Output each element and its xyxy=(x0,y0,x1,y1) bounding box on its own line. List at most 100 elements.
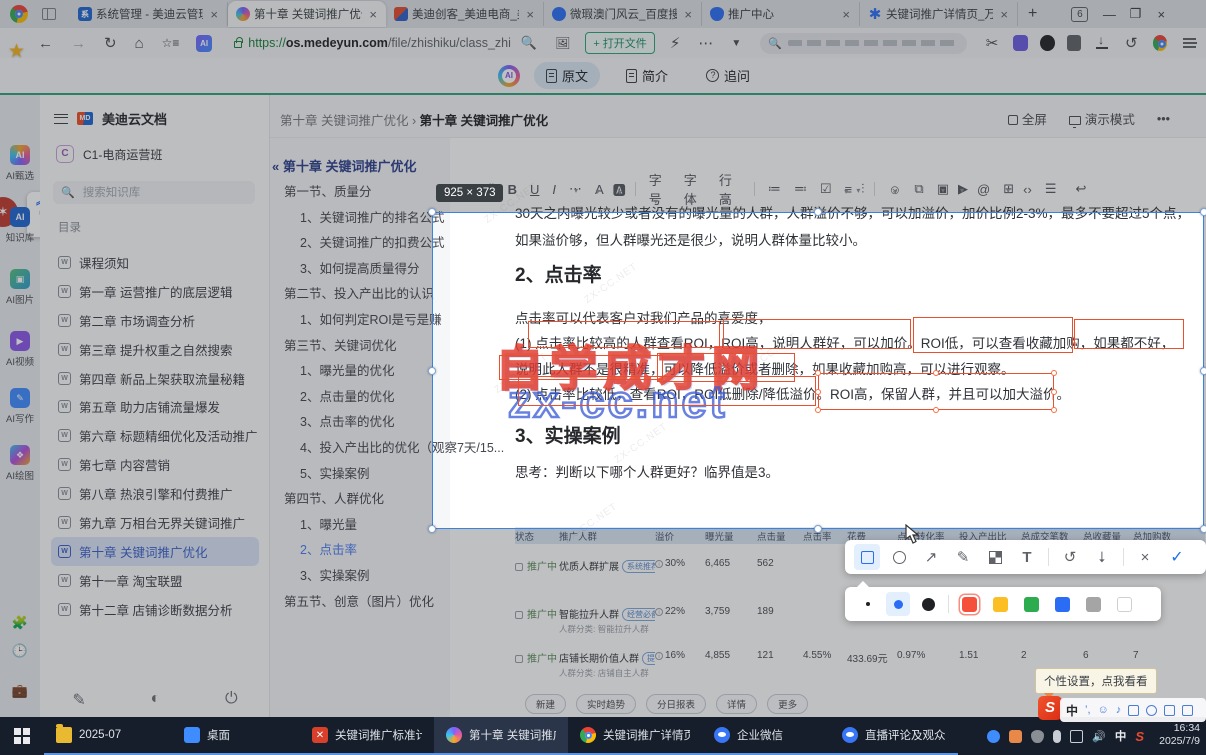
sidebar-item-ch7[interactable]: W 第七章 内容营销 xyxy=(51,450,259,479)
toc-item[interactable]: 第五节、创意（图片）优化 xyxy=(284,590,504,616)
toc-item[interactable]: 2、关键词推广的扣费公式 xyxy=(284,231,504,257)
briefcase-icon[interactable]: 💼 xyxy=(0,683,40,699)
tray-ime-lang[interactable]: 中 xyxy=(1115,728,1127,744)
toc-item[interactable]: 1、曝光量的优化 xyxy=(284,359,504,385)
color-red-selected[interactable] xyxy=(960,594,979,614)
ime-tooltip[interactable]: 个性设置，点我看看 xyxy=(1035,668,1157,699)
tab-summary[interactable]: 简介 xyxy=(614,62,680,89)
sidebar-item-ch10[interactable]: W 第十章 关键词推广优化 xyxy=(51,536,259,566)
taskbar-item-folder[interactable]: 2025-07 xyxy=(44,717,172,755)
more-dots-icon[interactable]: ⋯ xyxy=(698,34,713,52)
annotation-rect-7[interactable] xyxy=(518,376,816,406)
action-button[interactable]: 新建 xyxy=(525,694,567,714)
mention-icon[interactable]: @ xyxy=(977,182,990,197)
rectangle-tool-icon[interactable] xyxy=(854,544,880,570)
sidebar-item-ch5[interactable]: W 第五章 助力店铺流量爆发 xyxy=(51,392,259,421)
toc-title[interactable]: « 第十章 关键词推广优化 xyxy=(272,156,416,175)
ai-assistant-logo-icon[interactable] xyxy=(498,64,520,87)
tray-shield-icon[interactable] xyxy=(1031,729,1045,743)
emoji-icon[interactable]: ☺▾ xyxy=(888,182,901,197)
puzzle-extension-icon[interactable] xyxy=(1066,35,1082,51)
color-white[interactable] xyxy=(1117,596,1132,612)
ime-emoji-icon[interactable]: ☺ xyxy=(1098,704,1109,716)
search-input[interactable] xyxy=(80,185,241,200)
history-clock-icon[interactable]: 🕒 xyxy=(0,643,40,659)
knowledge-search-box[interactable]: 🔍 xyxy=(53,181,255,204)
sidebar-item-ch12[interactable]: W 第十二章 店铺诊断数据分析 xyxy=(51,595,259,624)
lightning-icon[interactable]: ⚡ xyxy=(670,34,681,52)
annotation-rect-2[interactable] xyxy=(723,319,911,349)
theme-icon[interactable]: ◐ xyxy=(151,690,161,710)
reading-list-icon[interactable]: ☆≡ xyxy=(162,36,180,50)
tray-app-icon[interactable] xyxy=(1009,729,1023,743)
sidebar-item-ch11[interactable]: W 第十一章 淘宝联盟 xyxy=(51,566,259,595)
action-button[interactable]: 实时趋势 xyxy=(576,694,637,714)
tab-ask[interactable]: 追问 xyxy=(694,62,762,89)
taskbar-item-doc-active[interactable]: 第十章 关键词推广... xyxy=(434,717,568,755)
puzzle-icon[interactable]: 🧩 xyxy=(0,615,40,631)
undo-icon[interactable]: ↩ xyxy=(1075,181,1086,197)
ai-extension-icon[interactable]: AI xyxy=(196,34,212,52)
back-icon[interactable]: ← xyxy=(38,35,53,52)
lock-icon[interactable] xyxy=(233,37,244,48)
extension-icon-dark[interactable] xyxy=(1039,35,1055,51)
italic-icon[interactable]: I xyxy=(552,182,556,197)
tab-original-text[interactable]: 原文 xyxy=(534,62,601,89)
color-gray[interactable] xyxy=(1086,596,1101,612)
insert-video-icon[interactable]: ▶▾ xyxy=(958,181,968,197)
text-tool-icon[interactable]: T xyxy=(1014,544,1040,570)
ime-skin-icon[interactable] xyxy=(1164,704,1176,716)
stroke-size-small[interactable] xyxy=(856,592,880,616)
checkbox-list-icon[interactable]: ☑ xyxy=(820,181,832,197)
close-tab-icon[interactable]: × xyxy=(207,7,221,22)
sidebar-item-intro[interactable]: W 课程须知 xyxy=(51,248,259,277)
browser-tab-1[interactable]: 系 系统管理 - 美迪云管理 × xyxy=(70,2,228,26)
ime-mic-icon[interactable]: ♪ xyxy=(1116,704,1122,716)
toc-item[interactable]: 2、点击率 xyxy=(284,538,504,564)
menu-icon[interactable] xyxy=(1183,38,1197,48)
tray-display-icon[interactable] xyxy=(1070,729,1084,743)
close-tab-icon[interactable]: × xyxy=(681,7,695,22)
annotation-rect-selected[interactable] xyxy=(815,370,1057,413)
history-icon[interactable]: ↺ xyxy=(1125,34,1138,52)
toc-item[interactable]: 2、点击量的优化 xyxy=(284,385,504,411)
extension-icon-purple[interactable] xyxy=(1013,35,1028,51)
color-blue[interactable] xyxy=(1055,596,1070,612)
arrow-tool-icon[interactable]: ↗ xyxy=(918,544,944,570)
breadcrumb[interactable]: 第十章 关键词推广优化 › 第十章 关键词推广优化 xyxy=(280,110,548,129)
fullscreen-button[interactable]: 全屏 xyxy=(1007,109,1047,128)
tab-groups-icon[interactable] xyxy=(42,7,56,20)
start-button-icon[interactable] xyxy=(14,728,30,744)
browser-tab-5[interactable]: 推广中心 × xyxy=(702,2,860,26)
close-window-button[interactable]: × xyxy=(1148,7,1174,22)
toc-item[interactable]: 3、实操案例 xyxy=(284,564,504,590)
rail-item-ai-writing[interactable]: ✎ AI写作 xyxy=(0,388,40,425)
course-chip[interactable]: C C1-电商运营班 xyxy=(56,145,162,163)
save-download-icon[interactable]: ⭣ xyxy=(1089,544,1115,570)
ime-toolbox-icon[interactable] xyxy=(1182,704,1194,716)
toc-item[interactable]: 1、关键词推广的排名公式 xyxy=(284,206,504,232)
browser-tab-3[interactable]: 美迪创客_美迪电商_美 × xyxy=(386,2,544,26)
taskbar-item-spreadsheet[interactable]: ✕ 关键词推广标准计... xyxy=(300,717,434,755)
bullet-list-icon[interactable]: ≔ xyxy=(768,181,781,197)
font-color-icon[interactable]: A▾ xyxy=(595,182,604,197)
tab-counter[interactable]: 6 xyxy=(1071,6,1089,22)
action-button[interactable]: 分日报表 xyxy=(646,694,707,714)
bookmark-star-icon[interactable]: ★ xyxy=(8,40,25,63)
browser-profile-icon[interactable] xyxy=(1152,35,1168,51)
row-checkbox[interactable] xyxy=(515,563,523,571)
edit-icon[interactable]: ✎ xyxy=(72,690,85,710)
sidebar-item-ch3[interactable]: W 第三章 提升权重之自然搜索 xyxy=(51,335,259,364)
close-tab-icon[interactable]: × xyxy=(366,7,380,22)
browser-tab-6[interactable]: ✱ 关键词推广详情页_万相 × xyxy=(860,2,1018,26)
sidebar-item-ch8[interactable]: W 第八章 热浪引擎和付费推广 xyxy=(51,479,259,508)
hamburger-icon[interactable] xyxy=(54,113,68,124)
ime-lang-toggle[interactable]: 中 xyxy=(1066,702,1078,719)
cancel-capture-icon[interactable]: × xyxy=(1132,544,1158,570)
taskbar-item-desktop[interactable]: 桌面 xyxy=(172,717,300,755)
pen-tool-icon[interactable]: ✎ xyxy=(950,544,976,570)
align-icon[interactable]: ≡▾ xyxy=(844,182,852,197)
toc-item[interactable]: 第二节、投入产出比的认识 xyxy=(284,282,504,308)
toc-item[interactable]: 第三节、关键词优化 xyxy=(284,334,504,360)
power-icon[interactable]: ⏻ xyxy=(225,690,238,710)
